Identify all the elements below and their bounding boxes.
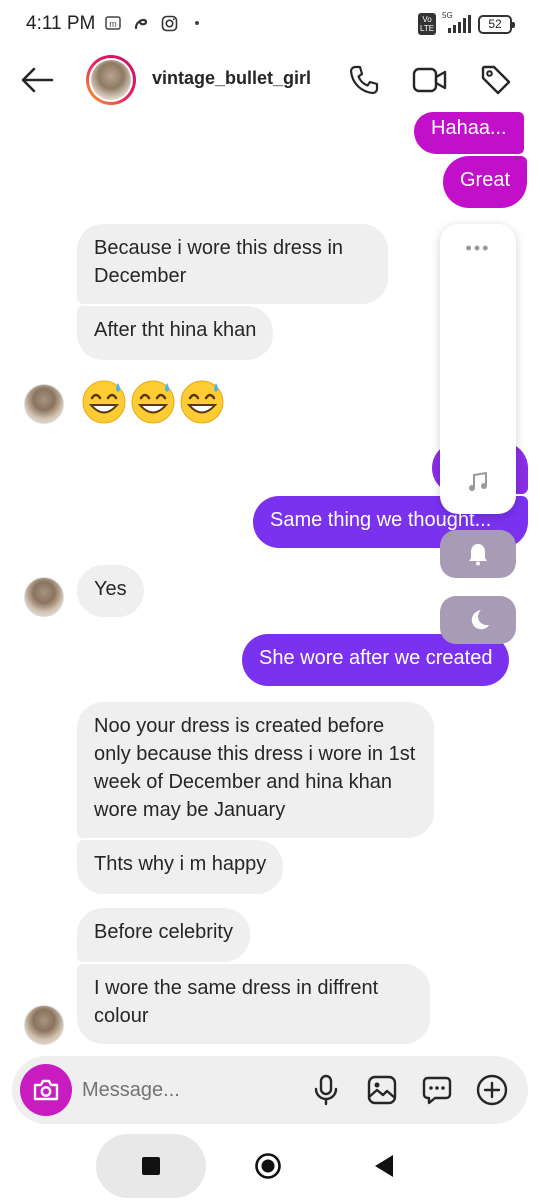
back-button[interactable]: [18, 62, 58, 98]
audio-call-button[interactable]: [344, 60, 384, 100]
sticker-button[interactable]: [419, 1072, 455, 1108]
svg-text:m: m: [109, 19, 117, 29]
network-type: 5G: [442, 11, 453, 20]
video-camera-icon: [412, 67, 447, 93]
sweat-smile-emoji-icon: [82, 380, 126, 424]
message-bubble[interactable]: Because i wore this dress in December: [77, 224, 388, 304]
battery-icon: 52: [478, 14, 515, 34]
dark-mode-toggle-button[interactable]: [440, 596, 516, 644]
tag-button[interactable]: [476, 60, 516, 100]
status-notification-icons: m: [104, 14, 206, 32]
camera-icon: [33, 1079, 59, 1101]
home-button[interactable]: [250, 1148, 286, 1184]
notification-toggle-button[interactable]: [440, 530, 516, 578]
moon-icon: [471, 610, 489, 630]
home-circle-icon: [255, 1153, 281, 1179]
message-bubble[interactable]: I wore the same dress in diffrent colour: [77, 964, 430, 1044]
battery-level: 52: [488, 17, 502, 31]
sweat-smile-emoji-icon: [180, 380, 224, 424]
m-app-icon: m: [104, 14, 122, 32]
message-bubble[interactable]: Hahaa...: [414, 112, 524, 154]
add-attachment-button[interactable]: [474, 1072, 510, 1108]
contact-username[interactable]: vintage_bullet_girl: [152, 68, 311, 89]
instagram-notification-icon: [160, 14, 178, 32]
chat-bubble-dots-icon: [422, 1076, 452, 1105]
back-arrow-icon: [21, 67, 54, 93]
music-note-icon[interactable]: [466, 470, 490, 494]
phone-icon: [349, 65, 379, 95]
triangle-back-icon: [375, 1155, 393, 1177]
microphone-icon: [314, 1074, 338, 1106]
voice-message-button[interactable]: [308, 1072, 344, 1108]
image-icon: [367, 1075, 397, 1105]
message-composer: [12, 1056, 528, 1124]
volte-icon: Vo LTE: [418, 13, 436, 35]
contact-avatar-image: [91, 60, 131, 100]
message-input[interactable]: [82, 1074, 302, 1106]
status-time: 4:11 PM: [26, 13, 96, 34]
video-call-button[interactable]: [410, 60, 450, 100]
status-system-icons: Vo LTE 5G 52: [418, 11, 515, 35]
floating-quick-panel[interactable]: •••: [440, 224, 516, 514]
message-bubble[interactable]: Thts why i m happy: [77, 840, 284, 894]
message-bubble[interactable]: After tht hina khan: [77, 306, 274, 360]
sender-avatar[interactable]: [24, 384, 64, 424]
recents-button[interactable]: [133, 1148, 169, 1184]
swirl-app-icon: [132, 14, 150, 32]
message-bubble[interactable]: Great: [443, 156, 528, 208]
camera-button[interactable]: [20, 1064, 72, 1116]
tag-icon: [481, 65, 511, 95]
bell-icon: [469, 544, 487, 566]
message-bubble[interactable]: Before celebrity: [77, 908, 250, 962]
back-nav-button[interactable]: [366, 1148, 402, 1184]
message-bubble[interactable]: Noo your dress is created before only be…: [77, 702, 434, 838]
signal-icon: 5G: [442, 11, 472, 33]
message-bubble[interactable]: Yes: [77, 565, 144, 617]
square-icon: [142, 1157, 160, 1175]
contact-avatar[interactable]: [86, 55, 136, 105]
system-navigation-bar: [0, 1130, 540, 1200]
status-bar: 4:11 PM m Vo LTE 5G 52: [0, 0, 540, 50]
chat-header: vintage_bullet_girl: [0, 52, 540, 108]
sender-avatar[interactable]: [24, 577, 64, 617]
more-options-icon[interactable]: •••: [440, 238, 516, 259]
gallery-button[interactable]: [364, 1072, 400, 1108]
sweat-smile-emoji-icon: [131, 380, 175, 424]
plus-circle-icon: [476, 1074, 508, 1106]
more-notifications-dot-icon: [188, 14, 206, 32]
sender-avatar[interactable]: [24, 1005, 64, 1045]
